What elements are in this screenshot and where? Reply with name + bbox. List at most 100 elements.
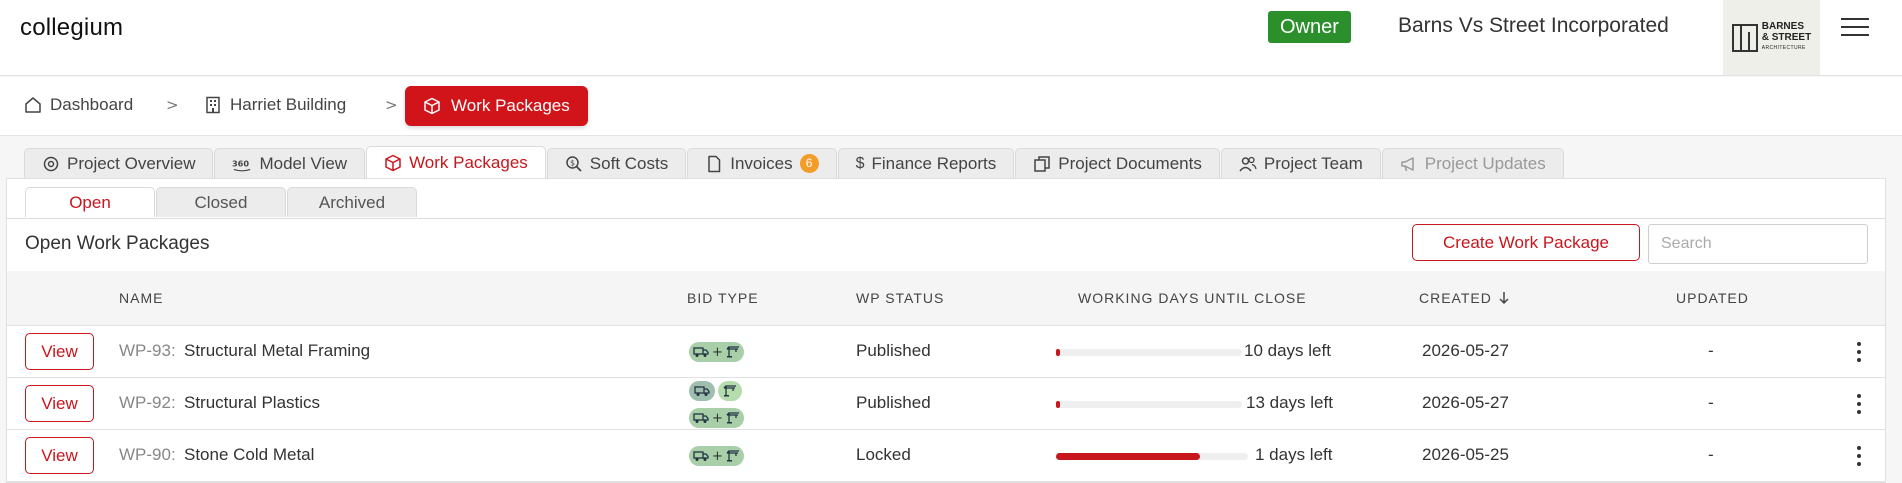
tab-project-overview[interactable]: Project Overview <box>24 148 214 178</box>
tab-project-documents[interactable]: Project Documents <box>1015 148 1220 178</box>
updated-date: - <box>1708 341 1714 360</box>
days-progress-fill <box>1056 401 1060 408</box>
top-bar: collegium Owner Barns Vs Street Incorpor… <box>0 0 1902 76</box>
home-icon <box>25 97 41 113</box>
work-packages-panel: Open Closed Archived Open Work Packages … <box>6 178 1886 483</box>
column-bid-type[interactable]: BID TYPE <box>687 290 759 306</box>
updated-date: - <box>1708 393 1714 412</box>
truck-icon <box>693 451 709 461</box>
days-progress-bar <box>1056 401 1242 408</box>
crane-icon <box>723 385 736 397</box>
building-logo-icon <box>1731 23 1758 52</box>
crane-icon <box>726 450 739 462</box>
tab-label: Project Overview <box>67 153 196 173</box>
app-logo[interactable]: collegium <box>20 14 123 42</box>
breadcrumb-label: Harriet Building <box>230 95 347 114</box>
wp-id: WP-90: <box>119 445 176 464</box>
tab-label: Finance Reports <box>871 153 997 173</box>
wp-name: Stone Cold Metal <box>184 445 315 464</box>
crane-icon <box>726 412 739 424</box>
bid-pill-crane <box>718 381 742 401</box>
tab-project-updates[interactable]: Project Updates <box>1381 148 1564 178</box>
breadcrumb-item-work-packages[interactable]: Work Packages <box>405 86 588 126</box>
view-button[interactable]: View <box>25 385 94 422</box>
wp-id: WP-92: <box>119 393 176 412</box>
tab-work-packages[interactable]: Work Packages <box>366 146 546 178</box>
company-logo-line3: ARCHITECTURE <box>1761 45 1806 51</box>
breadcrumb: Dashboard > Harriet Building > Work Pack… <box>0 77 1902 136</box>
project-tabs: Project Overview 360 Model View Work Pac… <box>24 146 1565 178</box>
row-menu-icon[interactable] <box>1856 446 1862 466</box>
breadcrumb-item-dashboard[interactable]: Dashboard <box>24 95 133 115</box>
svg-text:$: $ <box>570 158 575 167</box>
wp-name: Structural Plastics <box>184 393 321 412</box>
tab-invoices[interactable]: Invoices 6 <box>687 148 837 178</box>
subtab-closed[interactable]: Closed <box>156 187 286 217</box>
column-created-label: CREATED <box>1419 290 1492 306</box>
tab-label: Model View <box>259 153 348 173</box>
company-name: Barns Vs Street Incorporated <box>1398 14 1669 37</box>
svg-text:360: 360 <box>232 158 249 168</box>
bid-plus: + <box>712 344 723 360</box>
tab-model-view[interactable]: 360 Model View <box>214 148 366 178</box>
row-menu-icon[interactable] <box>1856 342 1862 362</box>
view-button[interactable]: View <box>25 333 94 370</box>
created-date: 2026-05-25 <box>1422 445 1509 464</box>
column-name[interactable]: NAME <box>119 290 163 306</box>
days-progress-bar <box>1056 349 1242 356</box>
create-work-package-button[interactable]: Create Work Package <box>1412 224 1640 261</box>
company-logo-line1: BARNES <box>1761 21 1804 32</box>
breadcrumb-item-harriet-building[interactable]: Harriet Building <box>204 95 346 115</box>
column-working-days[interactable]: WORKING DAYS UNTIL CLOSE <box>1078 290 1307 306</box>
tab-label: Project Documents <box>1058 153 1202 173</box>
view-button[interactable]: View <box>25 437 94 474</box>
status-subtabs: Open Closed Archived <box>25 187 418 217</box>
file-icon <box>708 155 721 172</box>
subtab-archived[interactable]: Archived <box>287 187 417 217</box>
megaphone-icon <box>1401 156 1414 171</box>
wp-status: Published <box>856 393 931 412</box>
bid-type-badge-split <box>689 381 742 401</box>
company-logo-text: BARNES & STREET ARCHITECTURE <box>1762 21 1811 54</box>
documents-icon <box>1034 155 1050 172</box>
team-icon <box>1239 156 1257 171</box>
row-menu-icon[interactable] <box>1856 394 1862 414</box>
tab-finance-reports[interactable]: $ Finance Reports <box>837 148 1015 178</box>
days-progress-fill <box>1056 453 1200 460</box>
bid-type-badge: + <box>689 342 744 362</box>
tab-label: Project Team <box>1263 153 1363 173</box>
tab-label: Soft Costs <box>589 153 669 173</box>
wp-id: WP-93: <box>119 341 176 360</box>
table-row: View WP-92: Structural Plastics + Publis… <box>7 378 1885 430</box>
overview-icon <box>43 156 59 171</box>
search-input[interactable] <box>1648 224 1868 264</box>
column-wp-status[interactable]: WP STATUS <box>856 290 944 306</box>
column-updated[interactable]: UPDATED <box>1676 290 1749 306</box>
days-progress-fill <box>1056 349 1060 356</box>
role-badge: Owner <box>1268 11 1351 43</box>
column-created[interactable]: CREATED <box>1419 290 1510 306</box>
created-date: 2026-05-27 <box>1422 341 1509 360</box>
subtab-open[interactable]: Open <box>25 187 155 217</box>
tab-label: Invoices <box>730 153 793 173</box>
search-dollar-icon: $ <box>566 155 582 172</box>
tab-label: Work Packages <box>409 152 528 172</box>
truck-icon <box>694 386 710 396</box>
arrow-down-icon <box>1499 292 1509 305</box>
days-left: 10 days left <box>1244 341 1331 360</box>
breadcrumb-label: Dashboard <box>50 95 134 114</box>
table-row: View WP-93: Structural Metal Framing + P… <box>7 326 1885 378</box>
company-logo-line2: & STREET <box>1761 32 1812 43</box>
section-title: Open Work Packages <box>25 233 210 254</box>
dollar-icon: $ <box>855 154 865 172</box>
tab-soft-costs[interactable]: $ Soft Costs <box>546 148 687 178</box>
cube-icon <box>385 154 401 171</box>
company-logo: BARNES & STREET ARCHITECTURE <box>1723 0 1820 75</box>
tab-project-team[interactable]: Project Team <box>1220 148 1381 178</box>
hamburger-icon[interactable] <box>1841 14 1869 38</box>
bid-type-badge: + <box>689 446 744 466</box>
bid-plus: + <box>712 448 723 464</box>
building-icon <box>206 96 220 114</box>
created-date: 2026-05-27 <box>1422 393 1509 412</box>
bid-type-badge: + <box>689 408 744 428</box>
